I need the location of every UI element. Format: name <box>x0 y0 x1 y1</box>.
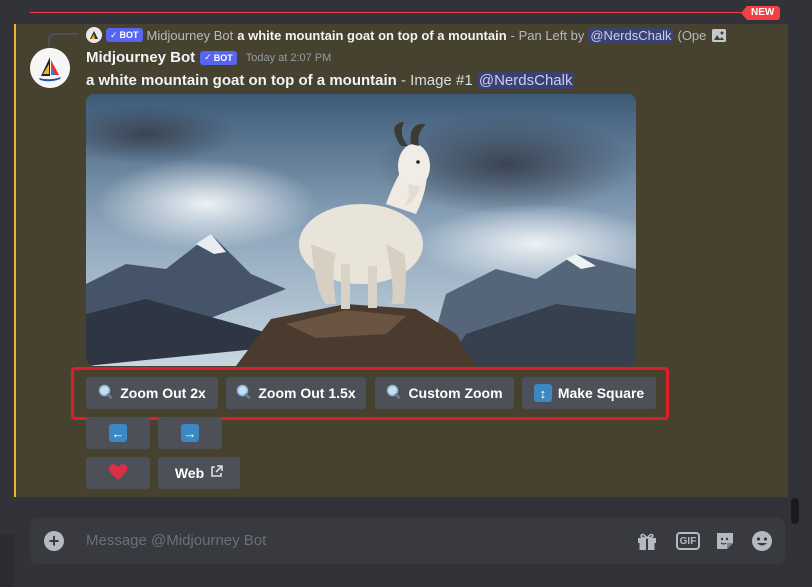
web-label: Web <box>174 465 205 481</box>
plus-icon[interactable]: + <box>44 531 64 551</box>
pan-left-button[interactable]: ← <box>86 417 150 449</box>
composer-placeholder[interactable]: Message @Midjourney Bot <box>86 532 266 549</box>
emoji-icon[interactable] <box>751 530 773 552</box>
message-prompt: a white mountain goat on top of a mounta… <box>86 72 397 89</box>
zoom-out-1-5x-label: Zoom Out 1.5x <box>258 385 356 401</box>
message-content: a white mountain goat on top of a mounta… <box>86 72 575 89</box>
make-square-label: Make Square <box>557 385 645 401</box>
reply-bot-tag: ✓ BOT <box>106 28 143 42</box>
bot-tag-label: BOT <box>213 52 233 63</box>
message-mention[interactable]: @NerdsChalk <box>476 72 575 89</box>
new-messages-divider <box>30 12 772 13</box>
timestamp[interactable]: Today at 2:07 PM <box>246 52 332 64</box>
username[interactable]: Midjourney Bot <box>86 49 195 66</box>
zoom-out-2x-button[interactable]: Zoom Out 2x <box>86 377 218 409</box>
gif-icon[interactable]: GIF <box>676 532 700 550</box>
reply-mention[interactable]: @NerdsChalk <box>588 27 674 43</box>
image-icon <box>712 28 727 42</box>
zoom-out-2x-label: Zoom Out 2x <box>120 385 206 401</box>
reply-suffix: (Ope <box>677 27 707 43</box>
avatar[interactable] <box>30 48 70 88</box>
custom-zoom-button[interactable]: Custom Zoom <box>375 377 514 409</box>
reply-connector <box>48 33 78 47</box>
arrow-left-icon: ← <box>109 424 127 442</box>
bot-tag: ✓ BOT <box>200 50 237 65</box>
external-link-icon <box>210 465 223 481</box>
arrow-right-icon: → <box>181 424 199 442</box>
zoom-out-1-5x-button[interactable]: Zoom Out 1.5x <box>226 377 366 409</box>
make-square-button[interactable]: ↕ Make Square <box>522 377 656 409</box>
magnifier-icon <box>386 384 402 403</box>
favorite-button[interactable] <box>86 457 150 489</box>
generated-image[interactable] <box>86 94 636 366</box>
web-button[interactable]: Web <box>158 457 240 489</box>
pan-right-button[interactable]: → <box>158 417 222 449</box>
sticker-icon[interactable] <box>714 530 736 552</box>
image-label: - Image #1 <box>400 72 473 89</box>
message-composer[interactable]: + Message @Midjourney Bot GIF <box>30 518 785 564</box>
reply-author[interactable]: Midjourney Bot <box>147 28 234 43</box>
reply-preview[interactable]: ✓ BOT Midjourney Bot a white mountain go… <box>86 26 727 44</box>
reply-prompt: a white mountain goat on top of a mounta… <box>237 27 507 43</box>
custom-zoom-label: Custom Zoom <box>408 385 503 401</box>
left-rail <box>0 534 14 587</box>
arrows-vertical-icon: ↕ <box>533 384 552 402</box>
magnifier-icon <box>236 384 252 403</box>
scrollbar-thumb[interactable] <box>791 498 799 524</box>
mini-avatar <box>86 27 102 43</box>
gift-icon[interactable] <box>636 530 658 552</box>
message-header: Midjourney Bot ✓ BOT Today at 2:07 PM <box>86 49 331 66</box>
reply-bot-tag-label: BOT <box>119 30 139 40</box>
reply-action: - Pan Left by <box>510 27 585 43</box>
magnifier-icon <box>98 384 114 403</box>
new-badge: NEW <box>741 6 781 20</box>
heart-icon <box>108 463 128 484</box>
